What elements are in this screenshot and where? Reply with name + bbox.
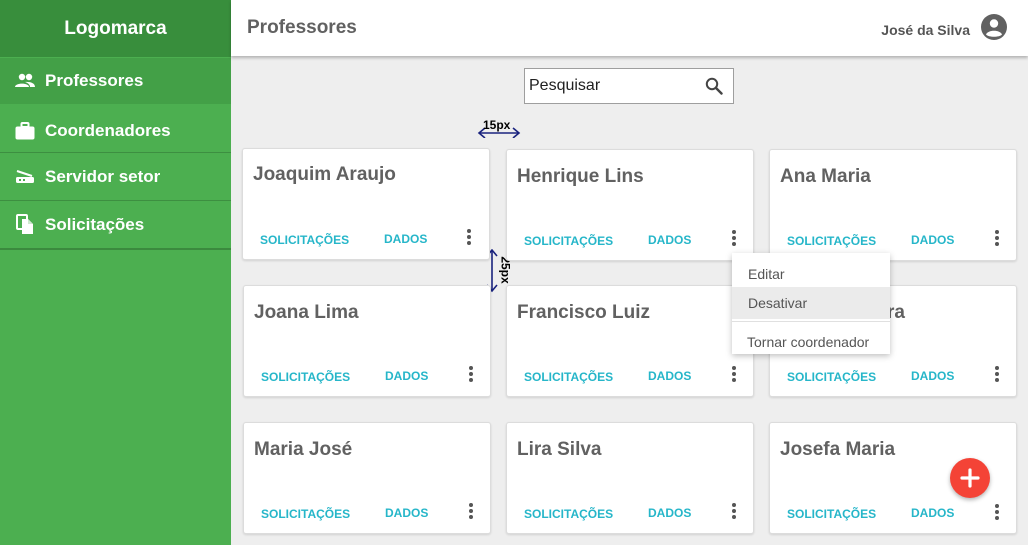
more-vert-icon[interactable] bbox=[466, 229, 472, 247]
professor-name: Josefa Maria bbox=[780, 439, 896, 460]
card-options-menu: Editar Desativar Tornar coordenador bbox=[732, 253, 890, 354]
more-vert-icon[interactable] bbox=[731, 366, 737, 384]
solicitacoes-button[interactable]: SOLICITAÇÕES bbox=[787, 370, 876, 384]
more-vert-icon[interactable] bbox=[994, 230, 1000, 248]
professor-card: Joana Lima SOLICITAÇÕES DADOS bbox=[243, 285, 491, 397]
top-bar: Professores José da Silva bbox=[231, 0, 1028, 56]
dados-button[interactable]: DADOS bbox=[384, 232, 427, 246]
menu-item-desativar[interactable]: Desativar bbox=[732, 287, 890, 319]
search-icon[interactable] bbox=[705, 77, 723, 100]
dados-button[interactable]: DADOS bbox=[385, 369, 428, 383]
menu-item-tornar-coordenador[interactable]: Tornar coordenador bbox=[732, 329, 890, 354]
sidebar-item-professores[interactable]: Professores bbox=[0, 58, 231, 104]
solicitacoes-button[interactable]: SOLICITAÇÕES bbox=[787, 234, 876, 248]
professor-name: Henrique Lins bbox=[517, 166, 644, 187]
dados-button[interactable]: DADOS bbox=[648, 233, 691, 247]
professor-name: Joaquim Araujo bbox=[253, 164, 396, 185]
more-vert-icon[interactable] bbox=[994, 504, 1000, 522]
solicitacoes-button[interactable]: SOLICITAÇÕES bbox=[787, 507, 876, 521]
solicitacoes-button[interactable]: SOLICITAÇÕES bbox=[524, 370, 613, 384]
more-vert-icon[interactable] bbox=[468, 503, 474, 521]
dados-button[interactable]: DADOS bbox=[911, 506, 954, 520]
professor-name: Joana Lima bbox=[254, 302, 359, 323]
sidebar-item-servidor-setor[interactable]: Servidor setor bbox=[0, 153, 231, 200]
sidebar-item-label: Coordenadores bbox=[45, 121, 171, 140]
dados-button[interactable]: DADOS bbox=[385, 506, 428, 520]
sidebar-item-coordenadores[interactable]: Coordenadores bbox=[0, 108, 231, 154]
more-vert-icon[interactable] bbox=[468, 366, 474, 384]
user-menu[interactable]: José da Silva bbox=[881, 13, 1008, 46]
solicitacoes-button[interactable]: SOLICITAÇÕES bbox=[261, 507, 350, 521]
solicitacoes-button[interactable]: SOLICITAÇÕES bbox=[524, 507, 613, 521]
sidebar-item-solicitacoes[interactable]: Solicitações bbox=[0, 201, 231, 248]
search-box bbox=[524, 68, 734, 104]
briefcase-icon bbox=[14, 120, 36, 142]
dados-button[interactable]: DADOS bbox=[648, 506, 691, 520]
more-vert-icon[interactable] bbox=[731, 230, 737, 248]
professor-card: Joaquim Araujo SOLICITAÇÕES DADOS bbox=[242, 148, 490, 260]
nav-divider bbox=[0, 248, 231, 250]
solicitacoes-button[interactable]: SOLICITAÇÕES bbox=[524, 234, 613, 248]
copy-icon bbox=[14, 214, 36, 236]
account-circle-icon[interactable] bbox=[980, 13, 1008, 46]
router-icon bbox=[14, 166, 36, 188]
professor-card: Francisco Luiz SOLICITAÇÕES DADOS bbox=[506, 285, 754, 397]
professor-name: Lira Silva bbox=[517, 439, 602, 460]
sidebar-item-label: Solicitações bbox=[45, 214, 145, 234]
user-name: José da Silva bbox=[881, 21, 970, 38]
solicitacoes-button[interactable]: SOLICITAÇÕES bbox=[261, 370, 350, 384]
menu-divider bbox=[732, 321, 890, 322]
professor-name: Ana Maria bbox=[780, 166, 871, 187]
logo: Logomarca bbox=[0, 0, 231, 57]
professor-name: Francisco Luiz bbox=[517, 302, 651, 323]
dados-button[interactable]: DADOS bbox=[911, 369, 954, 383]
professor-card: Lira Silva SOLICITAÇÕES DADOS bbox=[506, 422, 754, 534]
professor-name: Maria José bbox=[254, 439, 353, 460]
add-professor-button[interactable] bbox=[950, 458, 990, 498]
gap-annotation-horizontal: 15px bbox=[477, 118, 521, 138]
page-title: Professores bbox=[247, 17, 357, 38]
more-vert-icon[interactable] bbox=[731, 503, 737, 521]
sidebar-item-label: Professores bbox=[45, 71, 144, 90]
gap-label-horizontal: 15px bbox=[483, 118, 511, 132]
professor-card: Henrique Lins SOLICITAÇÕES DADOS bbox=[506, 149, 754, 261]
sidebar-item-label: Servidor setor bbox=[45, 166, 161, 186]
dados-button[interactable]: DADOS bbox=[911, 233, 954, 247]
more-vert-icon[interactable] bbox=[994, 366, 1000, 384]
dados-button[interactable]: DADOS bbox=[648, 369, 691, 383]
solicitacoes-button[interactable]: SOLICITAÇÕES bbox=[260, 233, 349, 247]
menu-item-editar[interactable]: Editar bbox=[732, 261, 890, 287]
search-input[interactable] bbox=[529, 77, 699, 95]
plus-icon bbox=[960, 468, 980, 488]
people-icon bbox=[14, 70, 36, 92]
professor-card: Ana Maria SOLICITAÇÕES DADOS bbox=[769, 149, 1017, 261]
professor-card: Maria José SOLICITAÇÕES DADOS bbox=[243, 422, 491, 534]
sidebar: Logomarca Professores Coordenadores Serv… bbox=[0, 0, 231, 545]
